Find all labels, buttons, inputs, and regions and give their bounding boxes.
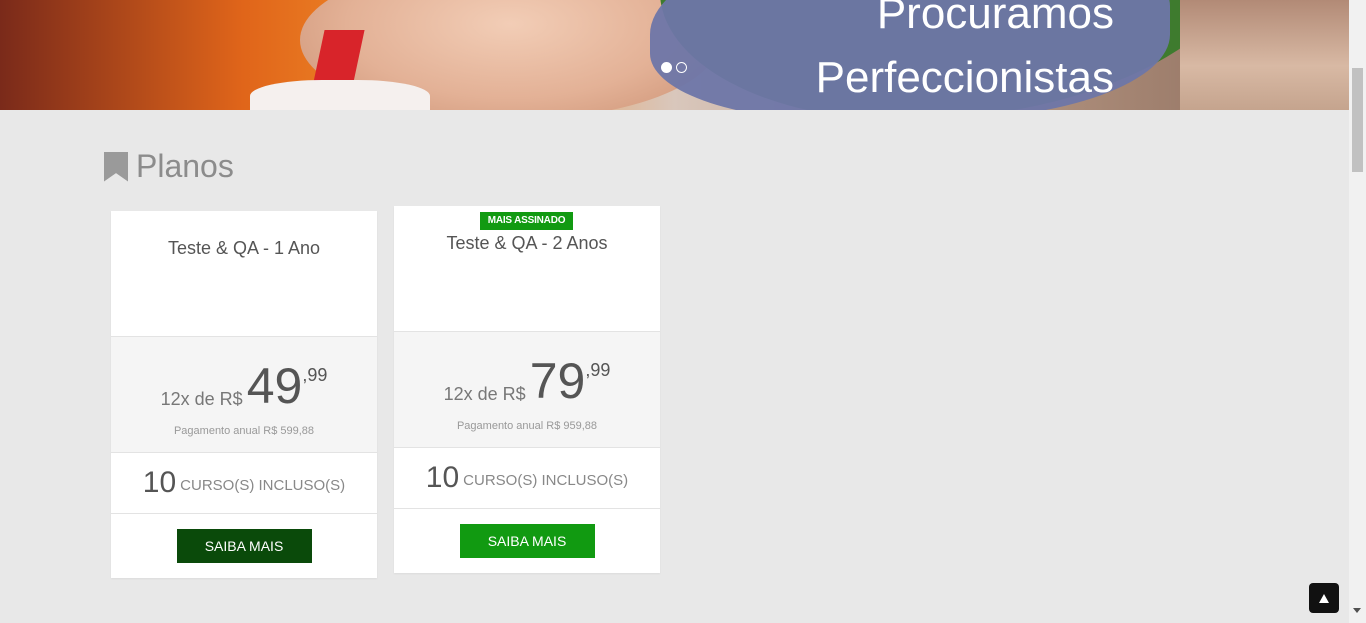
back-to-top-button[interactable] [1309,583,1339,613]
plan-cta-area: SAIBA MAIS [111,514,377,577]
scrollbar-thumb[interactable] [1352,68,1363,172]
price-integer: 49 [246,358,303,414]
courses-count: 10 [142,466,177,499]
plan-name: Teste & QA - 1 Ano [167,238,321,258]
plan-courses: 10 CURSO(S) INCLUSO(S) [111,453,377,514]
price-cents: ,99 [302,365,328,385]
plan-price: 12x de R$ 79 ,99 [394,356,660,406]
scroll-down-arrow-icon[interactable] [1353,608,1361,613]
plan-price: 12x de R$ 49 ,99 [111,361,377,411]
hero-photo-shirt [250,80,430,110]
courses-label: CURSO(S) INCLUSO(S) [463,471,629,489]
courses-count: 10 [425,461,460,494]
most-subscribed-badge: MAIS ASSINADO [480,212,573,230]
hero-title: Procuramos Perfeccionistas [816,0,1114,110]
price-prefix: 12x de R$ [160,389,243,409]
price-cents: ,99 [585,360,611,380]
price-prefix: 12x de R$ [443,384,526,404]
carousel-dot-1[interactable] [661,62,672,73]
hero-photo-right [1180,0,1349,110]
page-scrollbar[interactable] [1349,0,1366,623]
plan-card: MAIS ASSINADO Teste & QA - 2 Anos 12x de… [394,206,660,573]
courses-label: CURSO(S) INCLUSO(S) [180,476,346,494]
plan-card-header: MAIS ASSINADO Teste & QA - 2 Anos [394,206,660,332]
carousel-dots [661,62,687,73]
bookmark-icon [104,151,128,182]
plan-card: Teste & QA - 1 Ano 12x de R$ 49 ,99 Paga… [111,211,377,578]
saiba-mais-button[interactable]: SAIBA MAIS [176,528,312,563]
plan-card-header: Teste & QA - 1 Ano [111,211,377,337]
section-title-text: Planos [136,148,234,184]
plan-courses: 10 CURSO(S) INCLUSO(S) [394,448,660,509]
hero-title-line1: Procuramos [876,0,1114,38]
plan-cta-area: SAIBA MAIS [394,509,660,572]
price-annual: Pagamento anual R$ 959,88 [456,420,598,432]
hero-title-line2: Perfeccionistas [815,53,1114,102]
hero-banner: Procuramos Perfeccionistas [0,0,1349,110]
section-title: Planos [104,148,234,185]
arrow-up-icon [1319,593,1329,603]
carousel-dot-2[interactable] [676,62,687,73]
plan-price-box: 12x de R$ 49 ,99 Pagamento anual R$ 599,… [111,337,377,453]
saiba-mais-button[interactable]: SAIBA MAIS [459,523,595,558]
plan-price-box: 12x de R$ 79 ,99 Pagamento anual R$ 959,… [394,332,660,448]
price-integer: 79 [529,353,586,409]
price-annual: Pagamento anual R$ 599,88 [173,425,315,437]
